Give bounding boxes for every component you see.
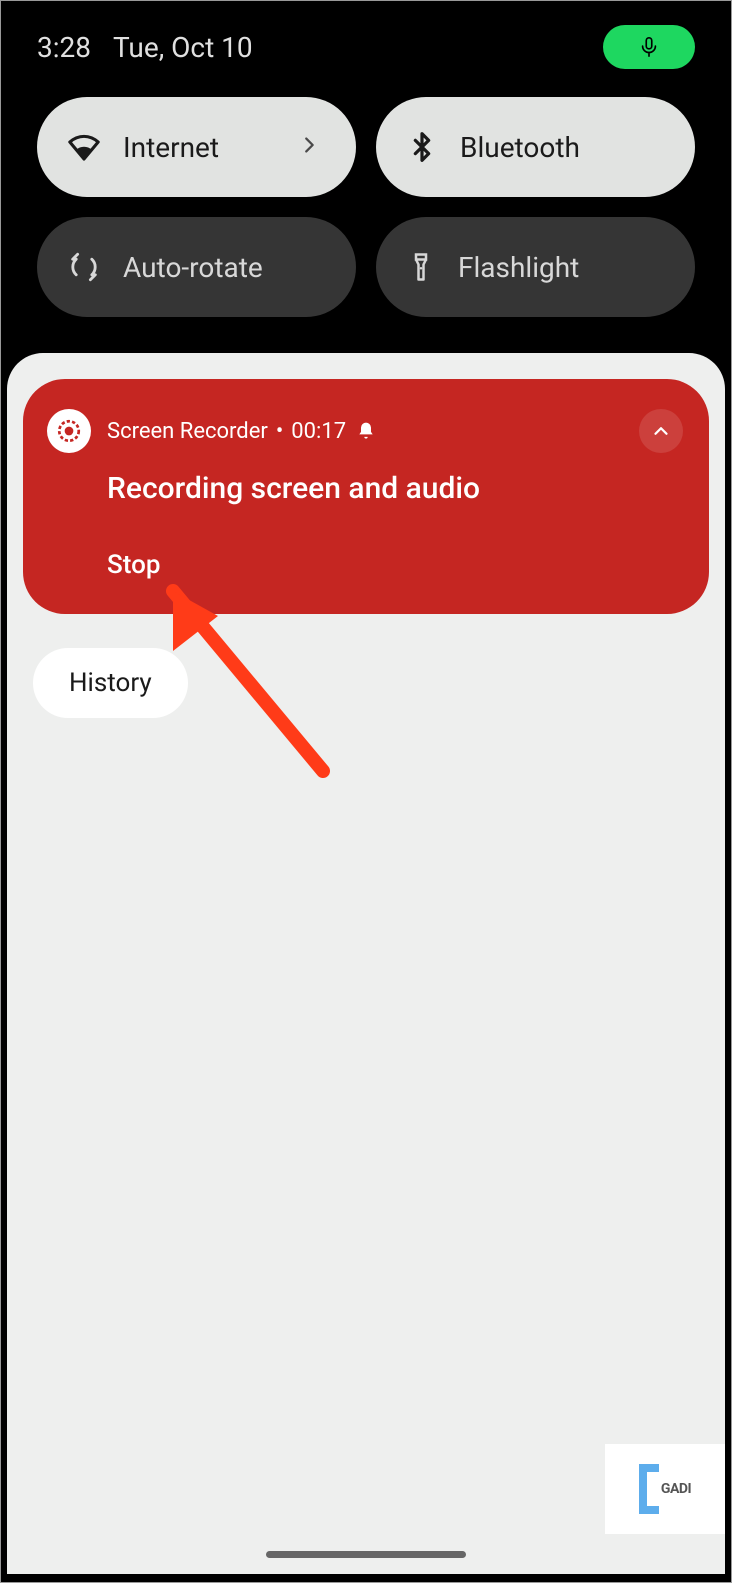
collapse-button[interactable] (639, 409, 683, 453)
qs-autorotate-label: Auto-rotate (123, 251, 263, 284)
microphone-icon (638, 36, 660, 58)
quick-settings-grid: Internet Bluetooth Auto-rotate Flashligh… (1, 87, 731, 347)
notification-app-name: Screen Recorder (107, 419, 268, 444)
microphone-indicator[interactable] (603, 25, 695, 69)
notification-header: Screen Recorder • 00:17 (47, 409, 675, 453)
chevron-right-icon (298, 134, 320, 160)
qs-internet-label: Internet (123, 131, 219, 164)
qs-bluetooth-label: Bluetooth (460, 131, 580, 164)
clock-time: 3:28 (37, 31, 91, 64)
autorotate-icon (67, 250, 101, 284)
watermark-bracket-icon (639, 1464, 659, 1514)
qs-autorotate-tile[interactable]: Auto-rotate (37, 217, 356, 317)
qs-flashlight-label: Flashlight (458, 251, 579, 284)
status-left: 3:28 Tue, Oct 10 (37, 31, 253, 64)
notification-meta: Screen Recorder • 00:17 (107, 419, 376, 444)
notification-timer: 00:17 (291, 419, 346, 444)
stop-button[interactable]: Stop (107, 550, 675, 580)
notification-separator: • (276, 419, 283, 444)
watermark-text: GADI (661, 1481, 691, 1497)
history-label: History (69, 668, 152, 698)
wifi-icon (67, 130, 101, 164)
watermark: GADI (605, 1444, 725, 1534)
bell-icon (356, 421, 376, 441)
notifications-panel: Screen Recorder • 00:17 Recording screen… (7, 353, 725, 1574)
flashlight-icon (406, 252, 436, 282)
chevron-up-icon (650, 420, 672, 442)
navigation-handle[interactable] (266, 1551, 466, 1558)
history-button[interactable]: History (33, 648, 188, 718)
app-icon-circle (47, 409, 91, 453)
status-bar: 3:28 Tue, Oct 10 (1, 1, 731, 87)
screen-recorder-icon (56, 418, 82, 444)
qs-internet-tile[interactable]: Internet (37, 97, 356, 197)
clock-date: Tue, Oct 10 (113, 31, 253, 64)
bluetooth-icon (406, 131, 438, 163)
qs-bluetooth-tile[interactable]: Bluetooth (376, 97, 695, 197)
notification-title: Recording screen and audio (107, 471, 675, 506)
qs-flashlight-tile[interactable]: Flashlight (376, 217, 695, 317)
screen-recorder-notification[interactable]: Screen Recorder • 00:17 Recording screen… (23, 379, 709, 614)
